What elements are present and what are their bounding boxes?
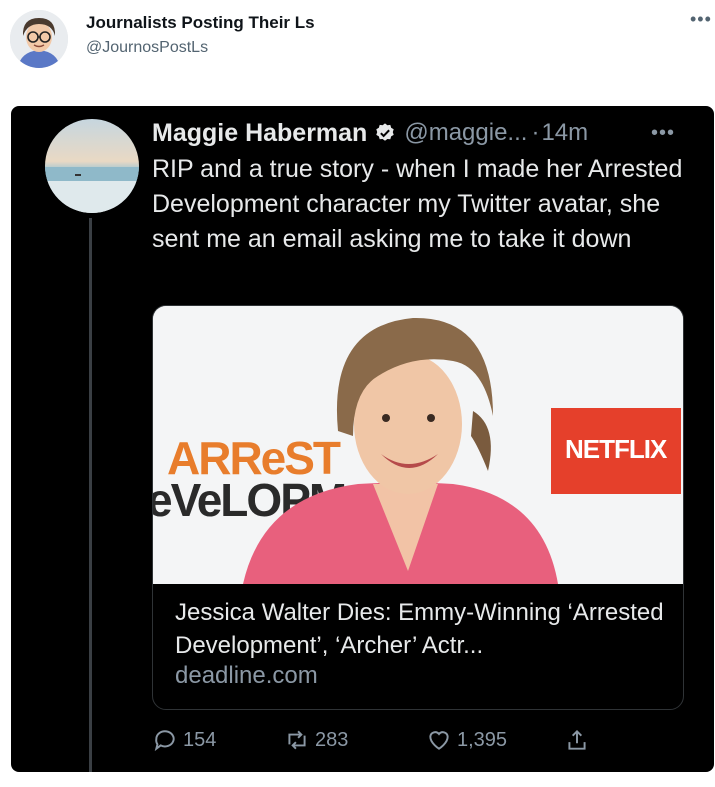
- avatar-illustration: [10, 10, 68, 68]
- tweet-header: Maggie Haberman @maggie... · 14m: [152, 116, 588, 150]
- account-name[interactable]: Journalists Posting Their Ls: [86, 13, 315, 33]
- card-image: ARReST eVeLOPM NETFLIX: [153, 306, 683, 584]
- retweet-action: 283: [284, 723, 348, 757]
- timestamp: 14m: [541, 119, 589, 146]
- beach-avatar-image: [45, 119, 139, 213]
- tweet-screenshot: Maggie Haberman @maggie... · 14m ••• RIP…: [11, 106, 714, 772]
- heart-icon: [429, 731, 449, 750]
- avatar: [45, 119, 139, 213]
- share-icon: [568, 729, 586, 750]
- verified-badge-icon: [376, 123, 395, 141]
- account-handle[interactable]: @JournosPostLs: [86, 39, 208, 57]
- tweet-text: RIP and a true story - when I made her A…: [152, 155, 683, 253]
- share-action: [564, 723, 590, 757]
- reply-icon: [154, 730, 175, 752]
- like-count: 1,395: [457, 728, 508, 751]
- avatar[interactable]: [10, 10, 68, 68]
- more-icon[interactable]: •••: [690, 10, 712, 32]
- retweet-icon: [288, 730, 306, 750]
- author-handle: @maggie...: [404, 119, 528, 146]
- thread-line: [89, 218, 92, 772]
- author-name: Maggie Haberman: [152, 118, 368, 147]
- card-title: Jessica Walter Dies: Emmy-Winning ‘Arres…: [175, 599, 664, 659]
- like-action: 1,395: [426, 723, 507, 757]
- retweet-count: 283: [315, 728, 349, 751]
- more-icon: •••: [651, 122, 676, 144]
- netflix-text: NETFLIX: [565, 434, 668, 464]
- link-card: ARReST eVeLOPM NETFLIX Jessica Walter Di…: [152, 305, 684, 710]
- outer-tweet-header: Journalists Posting Their Ls @JournosPos…: [0, 0, 715, 90]
- reply-count: 154: [183, 728, 217, 751]
- separator-dot: ·: [531, 119, 540, 146]
- tweet-actions: 154 283 1,395: [152, 723, 712, 757]
- reply-action: 154: [152, 723, 216, 757]
- card-domain: deadline.com: [175, 662, 318, 689]
